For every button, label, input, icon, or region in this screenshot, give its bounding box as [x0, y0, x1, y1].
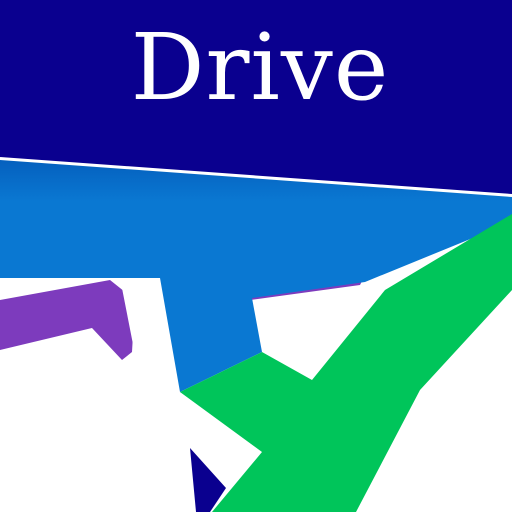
app-name: Drive [130, 14, 390, 121]
drive-app-icon: Drive [0, 0, 512, 512]
